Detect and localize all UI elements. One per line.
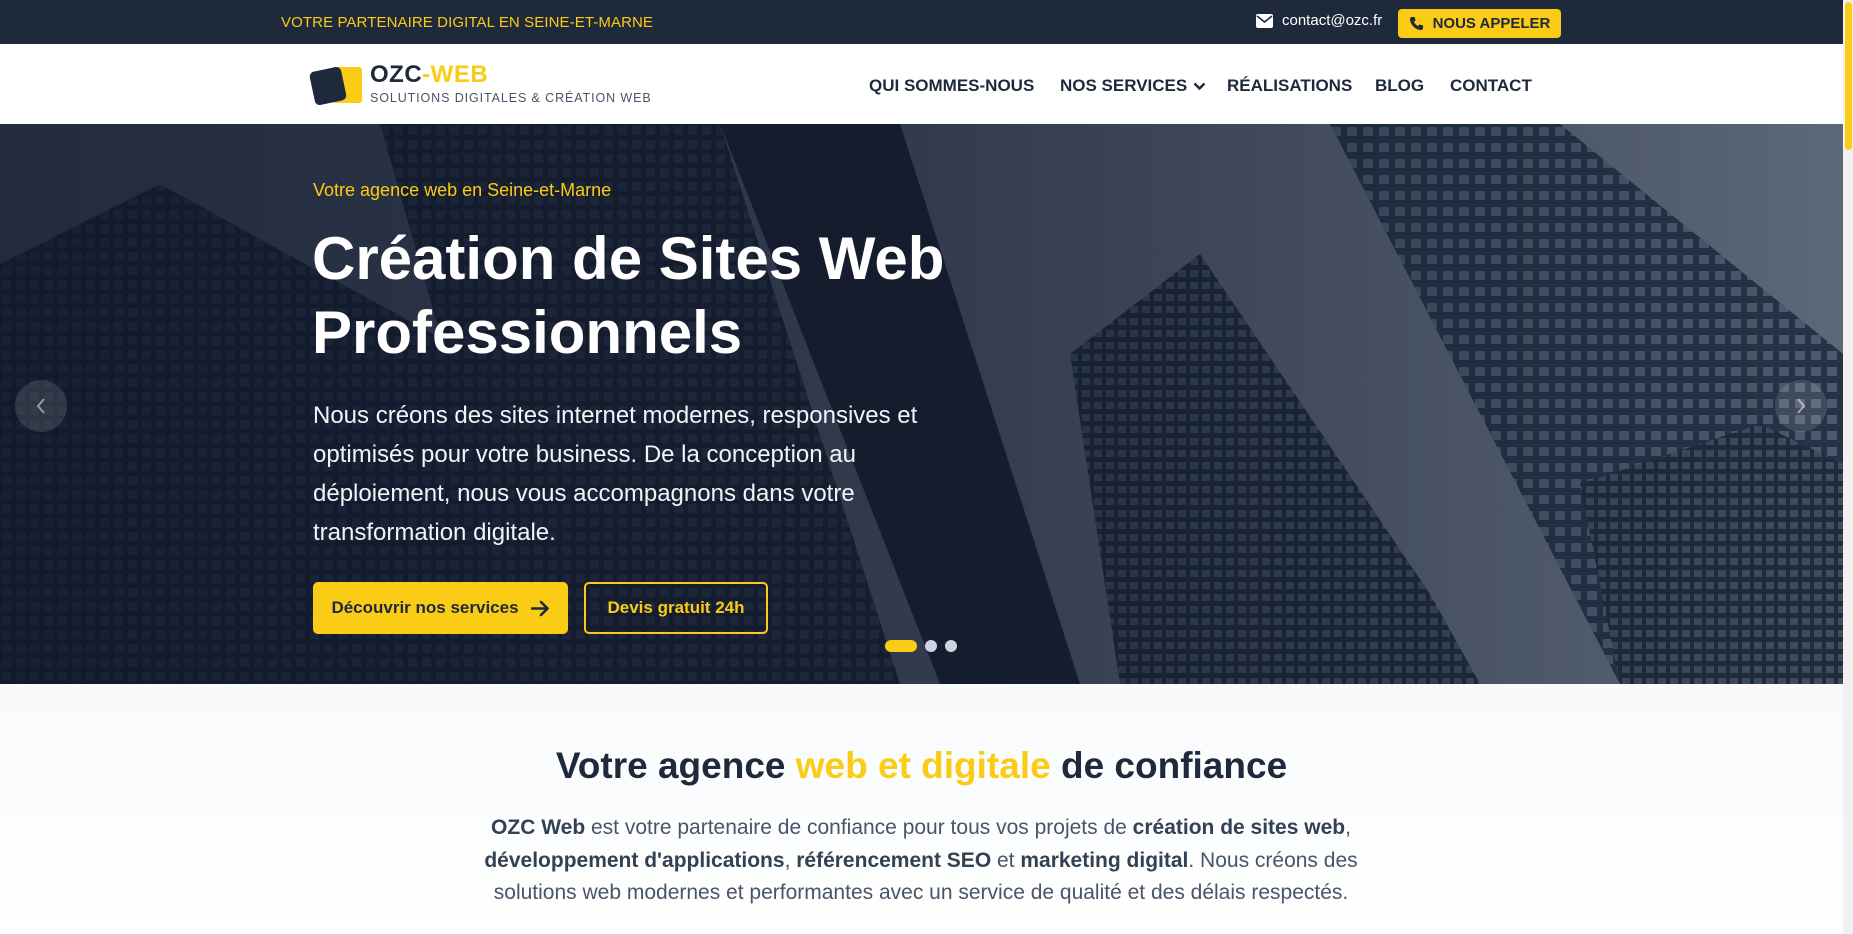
nav-item-qui-sommes-nous[interactable]: QUI SOMMES-NOUS	[869, 76, 1034, 96]
logo-mark-icon	[308, 63, 370, 106]
nav-item-nos-services[interactable]: NOS SERVICES	[1060, 76, 1206, 96]
nav-item-realisations[interactable]: RÉALISATIONS	[1227, 76, 1352, 96]
intro-section: Votre agence web et digitale de confianc…	[0, 684, 1843, 934]
call-button[interactable]: NOUS APPELER	[1398, 9, 1561, 38]
discover-services-label: Découvrir nos services	[331, 598, 519, 617]
hero-title-line: Création de Sites Web	[312, 225, 945, 292]
intro-paragraph: OZC Web est votre partenaire de confianc…	[484, 816, 1358, 904]
slider-dot-2[interactable]	[925, 640, 937, 652]
hero-description: Nous créons des sites internet modernes,…	[313, 402, 918, 546]
slider-prev-button[interactable]	[15, 380, 67, 432]
discover-services-button[interactable]: Découvrir nos services	[313, 582, 568, 634]
hero-title-line: Professionnels	[312, 299, 743, 366]
brand-name: OZC-WEB	[370, 61, 489, 88]
slider-next-button[interactable]	[1775, 380, 1827, 432]
contact-email-link[interactable]: contact@ozc.fr	[1256, 12, 1382, 29]
contact-email-text: contact@ozc.fr	[1282, 12, 1383, 29]
hero-title: Création de Sites Web Professionnels	[312, 222, 1032, 370]
phone-icon	[1409, 16, 1423, 31]
chevron-right-icon	[1797, 398, 1806, 414]
top-bar-tagline: VOTRE PARTENAIRE DIGITAL EN SEINE-ET-MAR…	[281, 14, 654, 31]
brand-subtitle: SOLUTIONS DIGITALES & CRÉATION WEB	[370, 91, 652, 105]
top-bar: VOTRE PARTENAIRE DIGITAL EN SEINE-ET-MAR…	[0, 0, 1853, 44]
nav-item-label: NOS SERVICES	[1060, 76, 1188, 95]
site-logo[interactable]: OZC-WEB SOLUTIONS DIGITALES & CRÉATION W…	[308, 61, 652, 106]
call-button-label: NOUS APPELER	[1432, 15, 1551, 32]
nav-item-blog[interactable]: BLOG	[1375, 76, 1424, 96]
chevron-left-icon	[36, 398, 45, 414]
slider-pagination	[885, 640, 957, 652]
slider-dot-3[interactable]	[945, 640, 957, 652]
envelope-icon	[1256, 13, 1273, 28]
chevron-down-icon	[1193, 82, 1206, 90]
hero-eyebrow: Votre agence web en Seine-et-Marne	[313, 180, 612, 200]
site-header: OZC-WEB SOLUTIONS DIGITALES & CRÉATION W…	[0, 44, 1853, 124]
hero-slider: Votre agence web en Seine-et-Marne Créat…	[0, 124, 1843, 684]
slider-dot-1[interactable]	[885, 640, 917, 652]
logo-text: OZC-WEB SOLUTIONS DIGITALES & CRÉATION W…	[370, 61, 652, 106]
intro-title: Votre agence web et digitale de confianc…	[555, 745, 1288, 786]
arrow-right-icon	[530, 600, 549, 616]
page-scrollbar-thumb[interactable]	[1845, 2, 1852, 150]
nav-item-contact[interactable]: CONTACT	[1450, 76, 1532, 96]
free-quote-button[interactable]: Devis gratuit 24h	[584, 582, 768, 634]
